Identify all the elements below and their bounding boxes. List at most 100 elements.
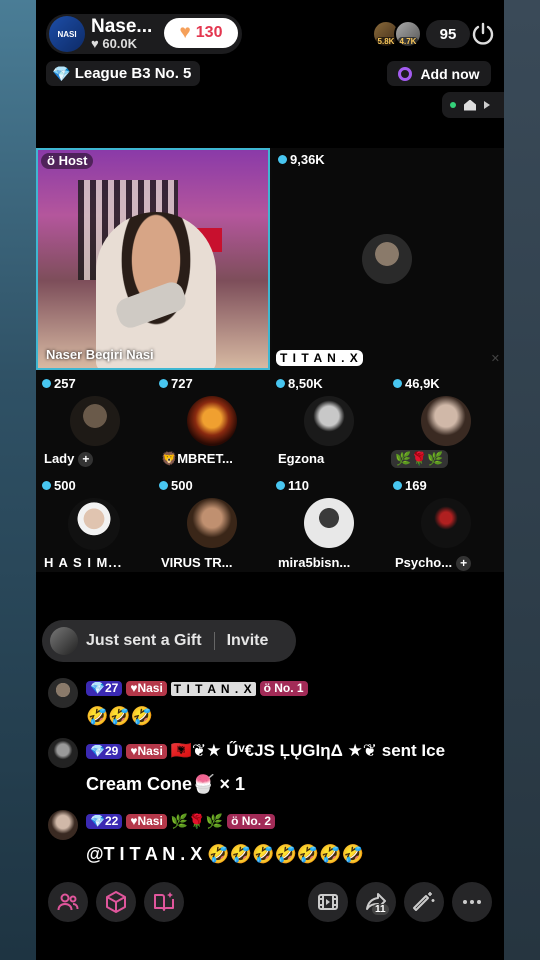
chat-message[interactable]: 💎29 ♥Nasi 🇦🇱❦★ Űᵛ€JS ĻŲGIηΔ ★❦ sent Ice … [48,738,492,802]
seat-name-text: Lady [44,451,75,466]
viewer-badge: 5.8K [375,37,397,46]
fan-badge: ♥Nasi [126,743,167,759]
cube-icon [106,891,126,913]
league-badge[interactable]: 💎 League B3 No. 5 [46,61,200,86]
seat-name: mira5bisn... [278,555,351,570]
gem-icon [159,379,168,388]
viewer-avatar[interactable]: 4.7K [394,20,422,48]
right-backdrop [504,0,540,960]
chat-username[interactable]: T I T A N . X [170,681,256,696]
gift-text[interactable]: Just sent a Gift [86,632,202,650]
host-avatar[interactable]: NASI [49,16,85,52]
level-value: 27 [104,681,119,695]
seat-avatar[interactable] [70,396,120,446]
seat-score: 500 [42,478,76,493]
people-button[interactable] [48,882,88,922]
magic-wand-button[interactable] [404,882,444,922]
power-icon[interactable] [470,21,496,47]
cube-button[interactable] [96,882,136,922]
seat-8[interactable]: 110 mira5bisn... [270,474,387,572]
more-button[interactable] [452,882,492,922]
seat-score: 169 [393,478,427,493]
add-now-button[interactable]: Add now [387,61,491,86]
gem-icon [278,155,287,164]
share-button[interactable]: 11 [356,882,396,922]
seat-name: T I T A N . X [276,350,363,366]
book-button[interactable] [144,882,184,922]
chat-username[interactable]: 🇦🇱❦★ Űᵛ€JS ĻŲGIηΔ ★❦ sent Ice [171,741,445,761]
seat-score: 727 [159,376,193,391]
seat-name: 🦁MBRET... [157,450,237,468]
host-chip[interactable]: NASI Nase... ♥ 60.0K ♥ 130 [46,14,242,54]
seat-7[interactable]: 500 VIRUS TR... [153,474,270,572]
chat-text: @T I T A N . X 🤣🤣🤣🤣🤣🤣🤣 [86,844,365,864]
add-now-label: Add now [420,65,480,82]
seat-2[interactable]: 257 Lady + [36,372,153,472]
host-video[interactable]: ӧ Host Naser Beqiri Nasi [36,148,270,370]
gift-invite-bar[interactable]: Just sent a Gift Invite [42,620,296,662]
chat-message[interactable]: 💎27 ♥Nasi T I T A N . X ӧ No. 1 🤣🤣🤣 [48,678,492,728]
fan-badge: ♥Nasi [126,681,167,696]
seat-score-value: 727 [171,376,193,391]
host-caption: Naser Beqiri Nasi [46,347,154,362]
seat-avatar[interactable] [68,498,120,550]
seat-score: 500 [159,478,193,493]
seat-score: 9,36K [278,152,325,167]
follow-gift-button[interactable]: ♥ 130 [164,18,238,48]
add-icon[interactable]: + [456,556,472,572]
seat-1[interactable]: 9,36K T I T A N . X ✕ [272,148,504,370]
seat-name: Egzona [278,451,325,466]
seat-avatar[interactable] [304,396,354,446]
gift-count: 130 [195,24,223,41]
add-icon[interactable]: + [78,452,94,468]
seat-name: VIRUS TR... [161,555,233,570]
seat-avatar[interactable] [421,498,471,548]
seat-6[interactable]: 500 H A S I M... [36,474,153,572]
seat-score: 8,50K [276,376,323,391]
seat-grid: ӧ Host Naser Beqiri Nasi 9,36K T I T A N… [36,148,504,572]
ring-icon [398,66,413,81]
seat-name: 🌿🌹🌿 [391,450,448,468]
chat-username[interactable]: 🌿🌹🌿 [171,813,223,830]
top-bar: NASI Nase... ♥ 60.0K ♥ 130 5.8K 4.7K 95 … [36,0,504,150]
invite-button[interactable]: Invite [227,632,269,650]
chat-message[interactable]: 💎22 ♥Nasi 🌿🌹🌿 ӧ No. 2 @T I T A N . X 🤣🤣🤣… [48,810,492,870]
seat-avatar[interactable] [304,498,354,548]
chat-avatar[interactable] [48,738,78,768]
mini-panel-toggle[interactable] [442,92,504,118]
book-sparkle-icon [154,892,174,911]
gem-icon [393,379,402,388]
gem-icon [42,481,51,490]
top-viewers[interactable]: 5.8K 4.7K 95 [372,20,470,48]
left-backdrop [0,0,36,960]
rank-badge: ӧ No. 2 [227,814,276,829]
live-room: NASI Nase... ♥ 60.0K ♥ 130 5.8K 4.7K 95 … [36,0,504,960]
seat-9[interactable]: 169 Psycho... + [387,474,504,572]
lion-icon: 🦁 [161,451,178,466]
film-button[interactable] [308,882,348,922]
fan-badge: ♥Nasi [126,814,167,829]
mic-off-icon: ✕ [490,353,500,365]
seat-avatar[interactable] [187,498,237,548]
seat-avatar[interactable] [421,396,471,446]
seat-4[interactable]: 8,50K Egzona [270,372,387,472]
league-label: League B3 No. 5 [74,65,192,82]
seat-5[interactable]: 46,9K 🌿🌹🌿 [387,372,504,472]
chat-avatar[interactable] [48,810,78,840]
seat-score-value: 500 [171,478,193,493]
people-icon [57,893,79,911]
seat-3[interactable]: 727 🦁MBRET... [153,372,270,472]
host-tag: ӧ Host [41,153,94,169]
level-value: 22 [104,814,119,828]
chat-text: 🤣🤣🤣 [86,706,154,726]
seat-avatar[interactable] [362,234,412,284]
gem-icon [276,481,285,490]
host-likes: 60.0K [102,36,138,51]
share-count: 11 [372,904,389,915]
seat-avatar[interactable] [187,396,237,446]
chat-avatar[interactable] [48,678,78,708]
fan-value: Nasi [137,814,163,828]
rank-badge: ӧ No. 1 [259,681,308,696]
viewer-count[interactable]: 95 [426,20,470,48]
seat-name: Lady + [40,450,97,468]
